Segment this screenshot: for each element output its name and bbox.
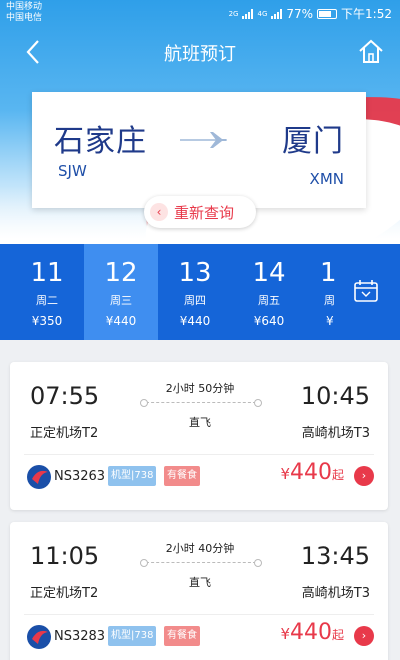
date-price: ¥440 <box>105 314 137 328</box>
page-title: 航班预订 <box>164 44 236 65</box>
departure-airport: 正定机场T2 <box>30 586 99 601</box>
flight-duration: 2小时 40分钟 <box>165 542 235 555</box>
date-item[interactable]: 11 周二 ¥350 <box>10 244 84 340</box>
carrier-2: 中国电信 <box>6 13 43 23</box>
route-card: 石家庄 SJW 厦门 XMN <box>32 92 366 208</box>
date-item-partial[interactable]: 1 周 ¥ <box>300 244 336 340</box>
requery-label: 重新查询 <box>174 203 235 222</box>
flight-card[interactable]: 11:05 2小时 40分钟 直飞 13:45 正定机场T2 高崎机场T3 NS… <box>10 522 388 660</box>
battery-percent: 77% <box>286 6 314 21</box>
requery-button[interactable]: ‹ 重新查询 <box>144 196 256 228</box>
arrival-airport: 高崎机场T3 <box>301 426 370 441</box>
route-line <box>140 399 262 407</box>
chevron-left-small-icon: ‹ <box>150 203 168 221</box>
airline-logo-icon <box>27 625 51 649</box>
price-value: 440 <box>289 460 332 485</box>
date-price: ¥640 <box>253 314 285 328</box>
calendar-icon <box>354 280 378 302</box>
price-suffix: 起 <box>331 628 344 642</box>
destination-code: XMN <box>309 170 344 188</box>
origin-city: 石家庄 <box>54 124 147 159</box>
chevron-right-icon[interactable]: › <box>354 626 374 646</box>
network-1: 2G <box>228 9 239 18</box>
flight-duration: 2小时 50分钟 <box>165 382 235 395</box>
date-weekday: 周五 <box>258 294 280 307</box>
flight-type: 直飞 <box>189 416 211 429</box>
date-day: 12 <box>104 258 138 288</box>
departure-time: 07:55 <box>30 382 100 410</box>
divider <box>24 454 374 455</box>
date-item[interactable]: 13 周四 ¥440 <box>158 244 232 340</box>
status-bar: 中国移动 中国电信 2G 4G 77% 下午1:52 <box>0 0 400 26</box>
date-weekday: 周 <box>324 294 335 307</box>
flight-type: 直飞 <box>189 576 211 589</box>
network-2: 4G <box>257 9 268 18</box>
battery-icon <box>317 8 338 19</box>
arrival-airport: 高崎机场T3 <box>301 586 370 601</box>
date-weekday: 周三 <box>110 294 132 307</box>
arrival-time: 13:45 <box>300 542 370 570</box>
meal-tag: 有餐食 <box>164 626 200 646</box>
flight-number: NS3263 <box>54 469 106 484</box>
destination-city: 厦门 <box>282 124 344 159</box>
arrival-time: 10:45 <box>300 382 370 410</box>
currency: ¥ <box>280 625 290 643</box>
clock: 下午1:52 <box>341 7 392 21</box>
status-right: 2G 4G 77% 下午1:52 <box>229 5 392 22</box>
flight-number: NS3283 <box>54 629 106 644</box>
airline-logo-icon <box>27 465 51 489</box>
flight-price: ¥440起 <box>280 620 344 645</box>
signal-icon <box>242 8 254 19</box>
signal-icon-2 <box>271 8 283 19</box>
departure-time: 11:05 <box>30 542 100 570</box>
origin-code: SJW <box>58 162 87 180</box>
meal-tag: 有餐食 <box>164 466 200 486</box>
flight-card[interactable]: 07:55 2小时 50分钟 直飞 10:45 正定机场T2 高崎机场T3 NS… <box>10 362 388 510</box>
date-day: 13 <box>178 258 212 288</box>
price-suffix: 起 <box>331 468 344 482</box>
plane-icon <box>180 132 227 148</box>
divider <box>24 614 374 615</box>
aircraft-model-tag: 机型|738 <box>108 466 157 486</box>
flight-price: ¥440起 <box>280 460 344 485</box>
date-weekday: 周四 <box>184 294 206 307</box>
price-value: 440 <box>289 620 332 645</box>
date-price: ¥ <box>326 314 334 328</box>
carrier-1: 中国移动 <box>6 2 43 12</box>
home-icon[interactable] <box>358 38 384 64</box>
nav-bar: 航班预订 <box>0 30 400 74</box>
calendar-button[interactable] <box>336 244 400 340</box>
chevron-right-icon[interactable]: › <box>354 466 374 486</box>
aircraft-model-tag: 机型|738 <box>108 626 157 646</box>
date-item-selected[interactable]: 12 周三 ¥440 <box>84 244 158 340</box>
carrier-names: 中国移动 中国电信 <box>6 2 42 24</box>
departure-airport: 正定机场T2 <box>30 426 99 441</box>
route-line <box>140 559 262 567</box>
currency: ¥ <box>280 465 290 483</box>
date-item[interactable]: 14 周五 ¥640 <box>232 244 306 340</box>
date-price: ¥440 <box>179 314 211 328</box>
date-day: 1 <box>320 258 336 288</box>
date-day: 14 <box>252 258 286 288</box>
date-day: 11 <box>30 258 64 288</box>
date-strip: 11 周二 ¥350 12 周三 ¥440 13 周四 ¥440 14 周五 ¥… <box>0 244 400 340</box>
date-weekday: 周二 <box>36 294 58 307</box>
date-price: ¥350 <box>31 314 63 328</box>
